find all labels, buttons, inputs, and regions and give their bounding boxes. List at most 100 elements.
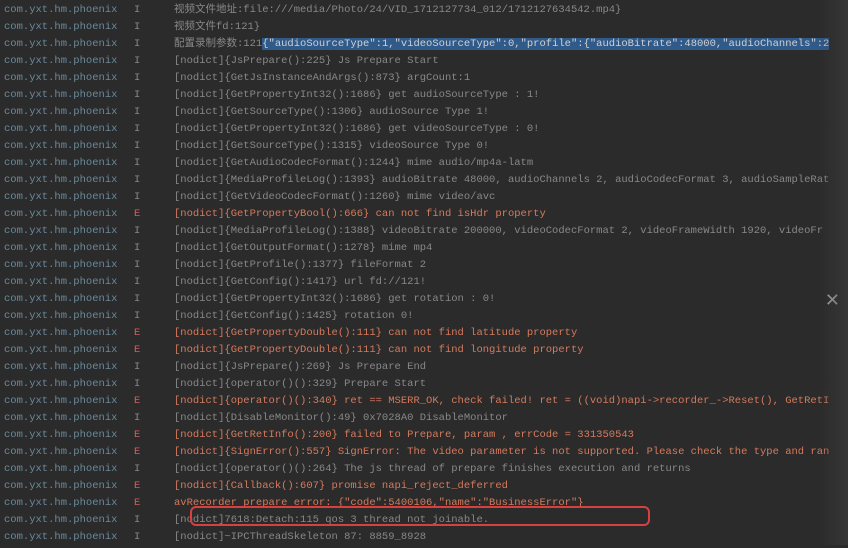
log-message: [nodict]{JsPrepare():269} Js Prepare End: [174, 359, 844, 376]
log-level: I: [134, 308, 174, 325]
log-message: [nodict]{GetConfig():1425} rotation 0!: [174, 308, 844, 325]
log-level: I: [134, 19, 174, 36]
log-line[interactable]: com.yxt.hm.phoenixI[nodict]{GetPropertyI…: [4, 121, 844, 138]
log-tag: com.yxt.hm.phoenix: [4, 495, 134, 512]
log-line[interactable]: com.yxt.hm.phoenixI[nodict]{GetSourceTyp…: [4, 138, 844, 155]
log-line[interactable]: com.yxt.hm.phoenixI[nodict]{JsPrepare():…: [4, 53, 844, 70]
close-icon[interactable]: ✕: [825, 290, 840, 312]
log-message: [nodict]{DisableMonitor():49} 0x7028A0 D…: [174, 410, 844, 427]
log-message: [nodict]{SignError():557} SignError: The…: [174, 444, 844, 461]
log-line[interactable]: com.yxt.hm.phoenixI[nodict]{MediaProfile…: [4, 172, 844, 189]
log-tag: com.yxt.hm.phoenix: [4, 308, 134, 325]
log-message: [nodict]{GetProfile():1377} fileFormat 2: [174, 257, 844, 274]
log-message: [nodict]{operator()():340} ret == MSERR_…: [174, 393, 844, 410]
log-level: I: [134, 512, 174, 529]
log-viewer[interactable]: com.yxt.hm.phoenixI视频文件地址:file:///media/…: [0, 0, 848, 548]
log-tag: com.yxt.hm.phoenix: [4, 512, 134, 529]
log-level: I: [134, 240, 174, 257]
log-level: I: [134, 291, 174, 308]
log-tag: com.yxt.hm.phoenix: [4, 70, 134, 87]
log-line[interactable]: com.yxt.hm.phoenixE[nodict]{Callback():6…: [4, 478, 844, 495]
log-line[interactable]: com.yxt.hm.phoenixI[nodict]{GetAudioCode…: [4, 155, 844, 172]
log-line[interactable]: com.yxt.hm.phoenixE[nodict]{GetRetInfo()…: [4, 427, 844, 444]
log-level: I: [134, 376, 174, 393]
log-message: [nodict]{GetPropertyDouble():111} can no…: [174, 342, 844, 359]
log-level: I: [134, 189, 174, 206]
log-tag: com.yxt.hm.phoenix: [4, 393, 134, 410]
log-line[interactable]: com.yxt.hm.phoenixI[nodict]{GetVideoCode…: [4, 189, 844, 206]
log-line[interactable]: com.yxt.hm.phoenixE[nodict]{GetPropertyD…: [4, 325, 844, 342]
selection-highlight: {"audioSourceType":1,"videoSourceType":0…: [262, 38, 829, 50]
log-level: I: [134, 36, 174, 53]
log-message: [nodict]{GetConfig():1417} url fd://121!: [174, 274, 844, 291]
log-line[interactable]: com.yxt.hm.phoenixI[nodict]{GetJsInstanc…: [4, 70, 844, 87]
log-tag: com.yxt.hm.phoenix: [4, 189, 134, 206]
log-level: E: [134, 495, 174, 512]
log-level: I: [134, 529, 174, 546]
log-message: [nodict]{JsPrepare():225} Js Prepare Sta…: [174, 53, 844, 70]
log-message: [nodict]{GetOutputFormat():1278} mime mp…: [174, 240, 844, 257]
log-line[interactable]: com.yxt.hm.phoenixI[nodict]{GetOutputFor…: [4, 240, 844, 257]
log-level: I: [134, 121, 174, 138]
log-message: [nodict]{GetPropertyInt32():1686} get au…: [174, 87, 844, 104]
log-line[interactable]: com.yxt.hm.phoenixI[nodict]{MediaProfile…: [4, 223, 844, 240]
log-level: E: [134, 427, 174, 444]
log-line[interactable]: com.yxt.hm.phoenixI[nodict]{GetPropertyI…: [4, 87, 844, 104]
log-tag: com.yxt.hm.phoenix: [4, 410, 134, 427]
log-line[interactable]: com.yxt.hm.phoenixI[nodict]{GetSourceTyp…: [4, 104, 844, 121]
log-line[interactable]: com.yxt.hm.phoenixE[nodict]{GetPropertyB…: [4, 206, 844, 223]
log-tag: com.yxt.hm.phoenix: [4, 104, 134, 121]
log-message: [nodict]{MediaProfileLog():1388} videoBi…: [174, 223, 844, 240]
log-message: [nodict]{GetSourceType():1306} audioSour…: [174, 104, 844, 121]
log-level: I: [134, 70, 174, 87]
log-level: I: [134, 274, 174, 291]
log-message: avRecorder prepare error: {"code":540010…: [174, 495, 844, 512]
log-level: I: [134, 410, 174, 427]
log-level: I: [134, 461, 174, 478]
log-level: E: [134, 478, 174, 495]
log-tag: com.yxt.hm.phoenix: [4, 274, 134, 291]
log-line[interactable]: com.yxt.hm.phoenixEavRecorder prepare er…: [4, 495, 844, 512]
log-message: [nodict]{Callback():607} promise napi_re…: [174, 478, 844, 495]
log-message: [nodict]{GetRetInfo():200} failed to Pre…: [174, 427, 844, 444]
log-level: I: [134, 87, 174, 104]
log-tag: com.yxt.hm.phoenix: [4, 121, 134, 138]
log-tag: com.yxt.hm.phoenix: [4, 53, 134, 70]
log-line[interactable]: com.yxt.hm.phoenixI视频文件fd:121}: [4, 19, 844, 36]
log-line[interactable]: com.yxt.hm.phoenixI[nodict]{GetProfile()…: [4, 257, 844, 274]
log-line[interactable]: com.yxt.hm.phoenixI视频文件地址:file:///media/…: [4, 2, 844, 19]
log-message: [nodict]{GetPropertyInt32():1686} get vi…: [174, 121, 844, 138]
log-tag: com.yxt.hm.phoenix: [4, 87, 134, 104]
log-line[interactable]: com.yxt.hm.phoenixI[nodict]{JsPrepare():…: [4, 359, 844, 376]
log-line[interactable]: com.yxt.hm.phoenixI[nodict]{GetPropertyI…: [4, 291, 844, 308]
log-line[interactable]: com.yxt.hm.phoenixI[nodict]{GetConfig():…: [4, 274, 844, 291]
log-level: E: [134, 444, 174, 461]
log-line[interactable]: com.yxt.hm.phoenixI[nodict]{operator()()…: [4, 376, 844, 393]
log-message: [nodict]{operator()():264} The js thread…: [174, 461, 844, 478]
log-level: E: [134, 393, 174, 410]
log-level: I: [134, 223, 174, 240]
log-line[interactable]: com.yxt.hm.phoenixI[nodict]{DisableMonit…: [4, 410, 844, 427]
log-line[interactable]: com.yxt.hm.phoenixI[nodict]{GetConfig():…: [4, 308, 844, 325]
log-level: I: [134, 172, 174, 189]
log-line[interactable]: com.yxt.hm.phoenixE[nodict]{GetPropertyD…: [4, 342, 844, 359]
log-message: [nodict]{GetSourceType():1315} videoSour…: [174, 138, 844, 155]
log-message: [nodict]{GetPropertyDouble():111} can no…: [174, 325, 844, 342]
log-message: [nodict]{GetJsInstanceAndArgs():873} arg…: [174, 70, 844, 87]
log-line[interactable]: com.yxt.hm.phoenixI[nodict]~IPCThreadSke…: [4, 529, 844, 546]
log-tag: com.yxt.hm.phoenix: [4, 257, 134, 274]
log-tag: com.yxt.hm.phoenix: [4, 427, 134, 444]
log-message: [nodict]{operator()():329} Prepare Start: [174, 376, 844, 393]
log-tag: com.yxt.hm.phoenix: [4, 172, 134, 189]
log-line[interactable]: com.yxt.hm.phoenixI[nodict]7618:Detach:1…: [4, 512, 844, 529]
log-tag: com.yxt.hm.phoenix: [4, 342, 134, 359]
log-tag: com.yxt.hm.phoenix: [4, 138, 134, 155]
log-tag: com.yxt.hm.phoenix: [4, 223, 134, 240]
log-line[interactable]: com.yxt.hm.phoenixE[nodict]{SignError():…: [4, 444, 844, 461]
log-line[interactable]: com.yxt.hm.phoenixI[nodict]{operator()()…: [4, 461, 844, 478]
log-line[interactable]: com.yxt.hm.phoenixE[nodict]{operator()()…: [4, 393, 844, 410]
log-tag: com.yxt.hm.phoenix: [4, 206, 134, 223]
log-line[interactable]: com.yxt.hm.phoenixI配置录制参数:121{"audioSour…: [4, 36, 844, 53]
log-tag: com.yxt.hm.phoenix: [4, 478, 134, 495]
log-tag: com.yxt.hm.phoenix: [4, 359, 134, 376]
